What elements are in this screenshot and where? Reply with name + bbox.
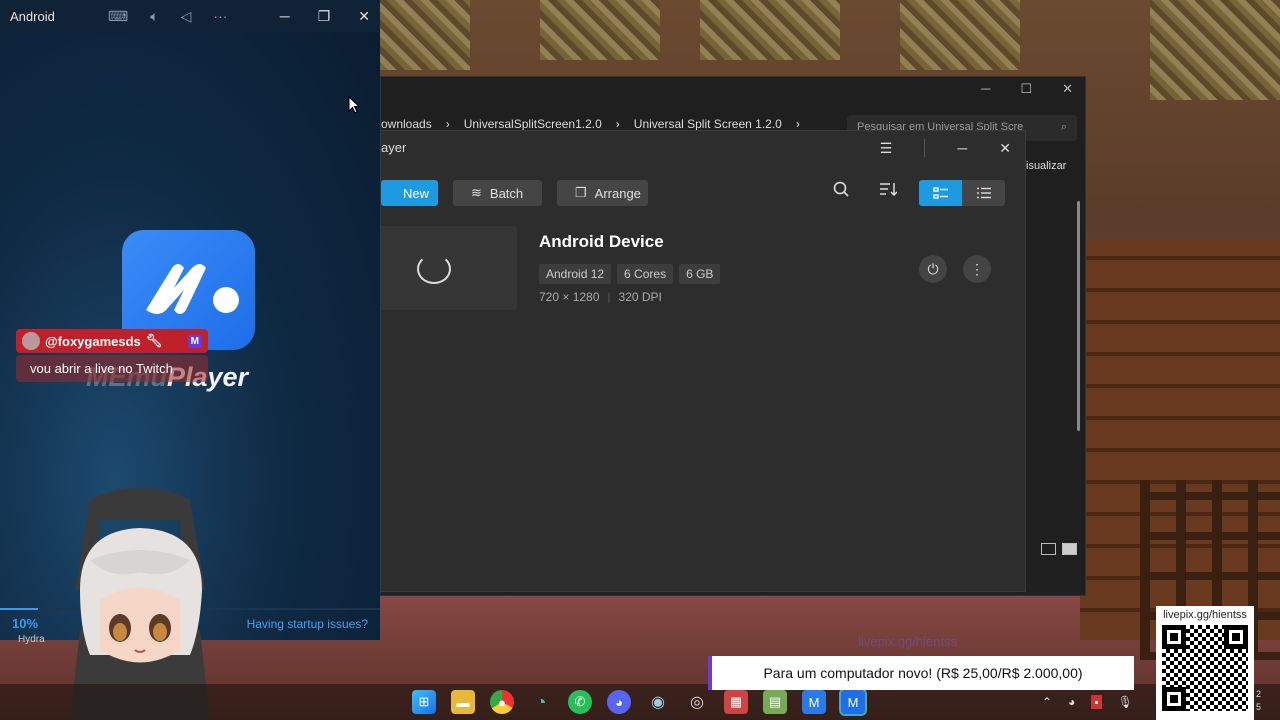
qr-code-icon <box>1162 625 1248 711</box>
tag-cores: 6 Cores <box>617 264 674 284</box>
chat-overlay: @foxygamesds 🔧︎ M vou abrir a live no Tw… <box>16 329 208 382</box>
livepix-qr-panel: livepix.gg/hientss <box>1156 606 1254 720</box>
donation-goal-banner: Para um computador novo! (R$ 25,00/R$ 2.… <box>708 656 1134 690</box>
faded-overlay-text: livepix.gg/hientss <box>858 634 957 649</box>
list-view-toggle[interactable] <box>962 180 1005 206</box>
dpi-text: 320 DPI <box>618 290 662 304</box>
grid-view-icon <box>932 187 948 199</box>
edge-icon[interactable]: ◔ <box>529 690 553 714</box>
batch-button[interactable]: ≋ Batch <box>453 180 542 206</box>
memu-active-icon[interactable]: M <box>839 688 867 716</box>
details-view-icon[interactable] <box>1041 543 1056 555</box>
chat-username: @foxygamesds 🔧︎ M <box>16 329 208 353</box>
breadcrumb: ownloads › UniversalSplitScreen1.2.0 › U… <box>381 117 800 131</box>
resolution-text: 720 × 1280 <box>539 290 600 304</box>
layers-icon: ≋ <box>471 185 482 200</box>
more-options-button[interactable]: ⋮ <box>963 255 991 283</box>
card-view-toggle[interactable] <box>919 180 962 206</box>
windows-start-icon[interactable]: ⊞ <box>412 690 436 714</box>
chevron-up-icon[interactable]: ⌃ <box>1042 695 1052 709</box>
instance-name[interactable]: Android Device <box>539 232 664 252</box>
minimize-icon[interactable]: ─ <box>957 140 967 156</box>
close-icon[interactable]: ✕ <box>1062 81 1073 97</box>
livepix-url: livepix.gg/hientss <box>1163 609 1247 621</box>
breadcrumb-item[interactable]: Universal Split Screen 1.2.0 <box>634 117 782 131</box>
obs-icon[interactable]: ◎ <box>685 690 709 714</box>
minimize-icon[interactable]: ─ <box>280 8 290 25</box>
more-horizontal-icon[interactable]: ··· <box>213 8 227 25</box>
steam-icon[interactable]: ◉ <box>646 690 670 714</box>
whatsapp-icon[interactable]: ✆ <box>568 690 592 714</box>
scrollbar[interactable] <box>1077 201 1080 431</box>
breadcrumb-item[interactable]: ownloads <box>381 117 432 131</box>
menu-icon[interactable]: ☰ <box>880 140 893 157</box>
chat-message: vou abrir a live no Twitch <box>16 355 208 382</box>
back-icon[interactable]: ◁ <box>181 8 192 25</box>
emulator-titlebar: Android ⌨ 🔈︎ ◁ ··· ─ ❐ ✕ <box>0 0 380 32</box>
sort-icon[interactable] <box>879 181 898 202</box>
tag-memory: 6 GB <box>679 264 721 284</box>
chevron-right-icon: › <box>795 117 800 131</box>
search-icon[interactable] <box>833 181 849 202</box>
windows-icon: ❐ <box>575 185 587 200</box>
search-icon: ⌕ <box>1060 121 1067 133</box>
minimize-icon[interactable]: ─ <box>981 81 990 97</box>
view-menu[interactable]: isualizar <box>1026 160 1066 172</box>
keyboard-icon[interactable]: ⌨ <box>108 8 128 25</box>
close-icon[interactable]: ✕ <box>358 8 370 25</box>
chrome-icon[interactable]: ● <box>490 690 514 714</box>
instance-tags: Android 12 6 Cores 6 GB <box>539 264 721 284</box>
window-title: Android <box>10 8 55 24</box>
maximize-icon[interactable]: ☐ <box>1020 81 1032 97</box>
subscriber-badge: M <box>187 334 202 348</box>
new-button[interactable]: New <box>381 180 438 206</box>
power-icon: ⏻ <box>927 260 939 277</box>
arrange-button[interactable]: ❐ Arrange <box>557 180 648 206</box>
microphone-icon[interactable]: 🎙︎ <box>1118 695 1133 709</box>
startup-issues-link[interactable]: Having startup issues? <box>247 617 368 631</box>
discord-tray-icon[interactable]: ◕ <box>1068 695 1075 709</box>
window-title: ayer <box>381 140 407 155</box>
loading-spinner-icon <box>417 254 451 284</box>
instance-specs: 720 × 1280 | 320 DPI <box>539 290 662 304</box>
chevron-right-icon: › <box>445 117 450 131</box>
close-icon[interactable]: ✕ <box>999 140 1011 157</box>
wrench-icon: 🔧︎ <box>145 333 163 348</box>
avatar <box>22 332 40 350</box>
instance-thumbnail[interactable] <box>381 226 517 310</box>
discord-icon[interactable]: ◕ <box>607 690 631 714</box>
tag-android-version: Android 12 <box>539 264 612 284</box>
list-view-icon <box>976 187 991 199</box>
multi-instance-manager: ayer ☰ ─ ✕ New ≋ Batch ❐ Arrange Android… <box>380 130 1026 592</box>
memu-taskbar-icon[interactable]: M <box>802 690 826 714</box>
progress-percent: 10% <box>12 616 39 631</box>
chevron-right-icon: › <box>615 117 620 131</box>
app-icon[interactable]: ▦ <box>724 690 748 714</box>
tray-app-icon[interactable]: ▪ <box>1091 695 1102 709</box>
clock[interactable]: 2 5 <box>1256 688 1261 714</box>
tiles-view-icon[interactable] <box>1062 543 1077 555</box>
power-button[interactable]: ⏻ <box>919 255 947 283</box>
divider <box>924 139 926 157</box>
file-explorer-icon[interactable]: ▬ <box>451 690 475 714</box>
mouse-cursor-icon <box>348 96 360 114</box>
breadcrumb-item[interactable]: UniversalSplitScreen1.2.0 <box>464 117 602 131</box>
volume-icon[interactable]: 🔈︎ <box>150 8 158 25</box>
restore-icon[interactable]: ❐ <box>318 8 331 25</box>
multi-instance-icon[interactable]: ▤ <box>763 690 787 714</box>
more-vertical-icon: ⋮ <box>970 260 984 277</box>
